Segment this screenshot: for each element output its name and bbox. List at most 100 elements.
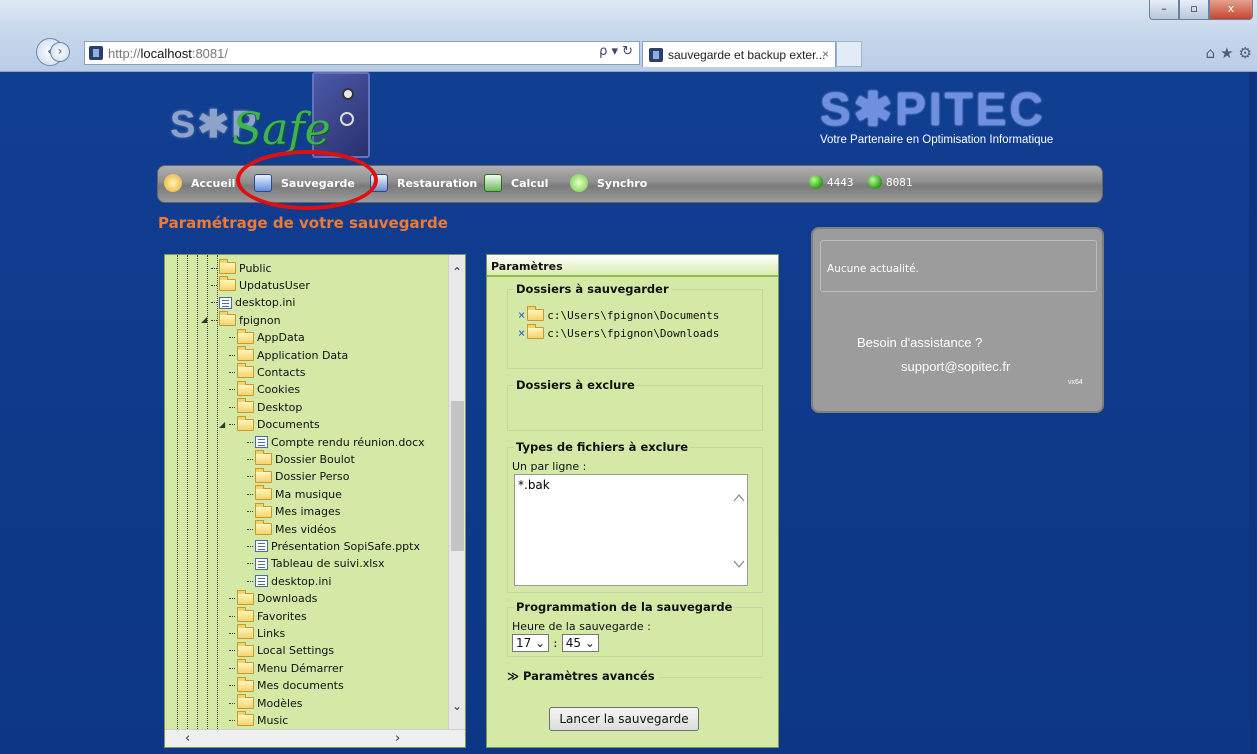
tree-item-label: Cookies: [257, 383, 301, 397]
tree-item[interactable]: Tableau de suivi.xlsx: [247, 555, 385, 573]
file-icon: [255, 575, 268, 588]
tree-item[interactable]: desktop.ini: [247, 572, 331, 590]
sync-icon: [570, 174, 588, 192]
tree-item[interactable]: Local Settings: [229, 641, 334, 660]
sopitec-logo[interactable]: S✱PITEC Votre Partenaire en Optimisation…: [820, 86, 1090, 146]
home-favorites-settings-icon[interactable]: ⌂★⚙: [1206, 44, 1257, 62]
tree-item[interactable]: Links: [229, 624, 285, 642]
tree-item[interactable]: Contacts: [229, 363, 306, 381]
schedule-time: 17 ⌄ : 45 ⌄: [512, 634, 599, 652]
tab-favicon-icon: [649, 47, 663, 62]
advanced-params-toggle[interactable]: ≫ Paramètres avancés: [507, 669, 763, 683]
nav-label: Synchro: [597, 176, 648, 190]
folder-icon: [237, 589, 254, 605]
launch-backup-button[interactable]: Lancer la sauvegarde: [549, 707, 699, 731]
new-tab-button[interactable]: [836, 41, 862, 67]
tree-item-label: Présentation SopiSafe.pptx: [271, 539, 420, 553]
folder-icon: [255, 485, 272, 501]
tree-horizontal-scrollbar[interactable]: ‹ ›: [165, 729, 465, 747]
site-favicon-icon: [89, 46, 103, 60]
tree-item-label: Mes images: [275, 505, 341, 519]
tree-item[interactable]: Documents: [229, 415, 320, 434]
folder-icon: [255, 520, 272, 535]
support-email[interactable]: support@sopitec.fr: [901, 359, 1010, 374]
nav-synchro[interactable]: Synchro: [570, 174, 647, 192]
tree-item[interactable]: UpdatusUser: [211, 276, 310, 294]
folder-icon: [237, 415, 254, 431]
tree-item[interactable]: Desktop: [229, 398, 302, 416]
folder-icon: [219, 259, 236, 274]
tree-item[interactable]: AppData: [229, 328, 305, 347]
page-scrollbar[interactable]: [1249, 72, 1257, 754]
tree-connector: [229, 667, 235, 669]
file-icon: [255, 540, 268, 553]
tree-item[interactable]: Cookies: [229, 380, 301, 399]
scroll-left-icon[interactable]: ‹: [185, 731, 190, 746]
folder-icon: [527, 324, 545, 339]
tree-connector: [247, 458, 253, 460]
tree-connector: [229, 719, 235, 721]
remove-folder-icon[interactable]: ×: [518, 308, 525, 322]
textarea-scrollbar[interactable]: [731, 475, 747, 585]
tree-item[interactable]: fpignon: [211, 311, 281, 329]
minute-select[interactable]: 45 ⌄: [561, 634, 599, 652]
scroll-up-icon[interactable]: ⌃: [452, 265, 462, 279]
tree-item[interactable]: Public: [211, 259, 272, 277]
scroll-right-icon[interactable]: ›: [395, 731, 400, 746]
tree-guide-line: [207, 255, 208, 747]
backup-folder-item: × c:\Users\fpignon\Downloads: [518, 324, 719, 340]
tree-item[interactable]: Ma musique: [247, 485, 342, 503]
tree-vertical-scrollbar[interactable]: ⌃ ⌄: [448, 255, 465, 731]
tree-item[interactable]: Mes vidéos: [247, 520, 336, 538]
tree-item-label: desktop.ini: [235, 296, 296, 310]
tree-item[interactable]: Mes documents: [229, 676, 344, 695]
tree-connector: [247, 441, 253, 443]
exclude-types-textarea[interactable]: *.bak: [514, 474, 748, 586]
close-window-button[interactable]: x: [1209, 0, 1253, 20]
scroll-thumb[interactable]: [451, 401, 464, 551]
tree-connector: [247, 580, 253, 582]
tree-item[interactable]: Favorites: [229, 607, 307, 625]
tree-item[interactable]: Music: [229, 711, 288, 729]
address-bar[interactable]: http:// localhost :8081/ ρ ▾ ↻: [84, 41, 640, 65]
tree-item-label: Desktop: [257, 400, 303, 414]
expand-toggle-icon[interactable]: ◢: [219, 420, 225, 429]
tree-connector: [229, 702, 235, 704]
search-refresh-icon[interactable]: ρ ▾ ↻: [599, 44, 633, 59]
nav-accueil[interactable]: Accueil: [164, 174, 235, 192]
hour-select[interactable]: 17 ⌄: [512, 634, 550, 652]
tab-close-icon[interactable]: ×: [822, 47, 829, 61]
minimize-button[interactable]: –: [1149, 0, 1179, 20]
schedule-group: Programmation de la sauvegarde Heure de …: [507, 600, 763, 657]
forward-button[interactable]: ›: [50, 42, 70, 62]
maximize-button[interactable]: ▫: [1179, 0, 1209, 20]
nav-label: Restauration: [397, 176, 478, 190]
browser-tab[interactable]: sauvegarde et backup exter... ×: [642, 41, 836, 67]
tree-item[interactable]: Application Data: [229, 346, 348, 364]
parameters-title: Paramètres: [487, 255, 778, 277]
remove-folder-icon[interactable]: ×: [518, 326, 525, 340]
folder-tree[interactable]: Public UpdatusUser desktop.ini fpignon ◢ AppD…: [164, 254, 466, 748]
exclude-types-hint: Un par ligne :: [512, 460, 587, 473]
nav-calcul[interactable]: Calcul: [484, 174, 548, 192]
url-host: localhost: [140, 45, 192, 61]
tree-item[interactable]: Downloads: [229, 589, 317, 608]
expand-toggle-icon[interactable]: ◢: [201, 315, 207, 324]
folder-icon: [237, 346, 254, 361]
calculator-icon: [484, 174, 502, 192]
tree-item[interactable]: desktop.ini: [211, 294, 295, 312]
tree-connector: [229, 632, 235, 634]
tree-connector: [247, 528, 253, 530]
tree-item[interactable]: Mes images: [247, 502, 341, 521]
tree-item[interactable]: Dossier Boulot: [247, 450, 355, 468]
scroll-down-icon[interactable]: ⌄: [452, 699, 462, 713]
tree-item[interactable]: Compte rendu réunion.docx: [247, 433, 425, 451]
tree-item[interactable]: Dossier Perso: [247, 467, 350, 486]
tree-item[interactable]: Menu Démarrer: [229, 659, 343, 677]
folder-icon: [237, 641, 254, 657]
tree-item-label: Contacts: [257, 365, 306, 379]
tree-item[interactable]: Modèles: [229, 694, 303, 712]
tree-item[interactable]: Présentation SopiSafe.pptx: [247, 537, 420, 555]
nav-sauvegarde[interactable]: Sauvegarde: [254, 174, 355, 192]
nav-restauration[interactable]: Restauration: [370, 174, 477, 192]
